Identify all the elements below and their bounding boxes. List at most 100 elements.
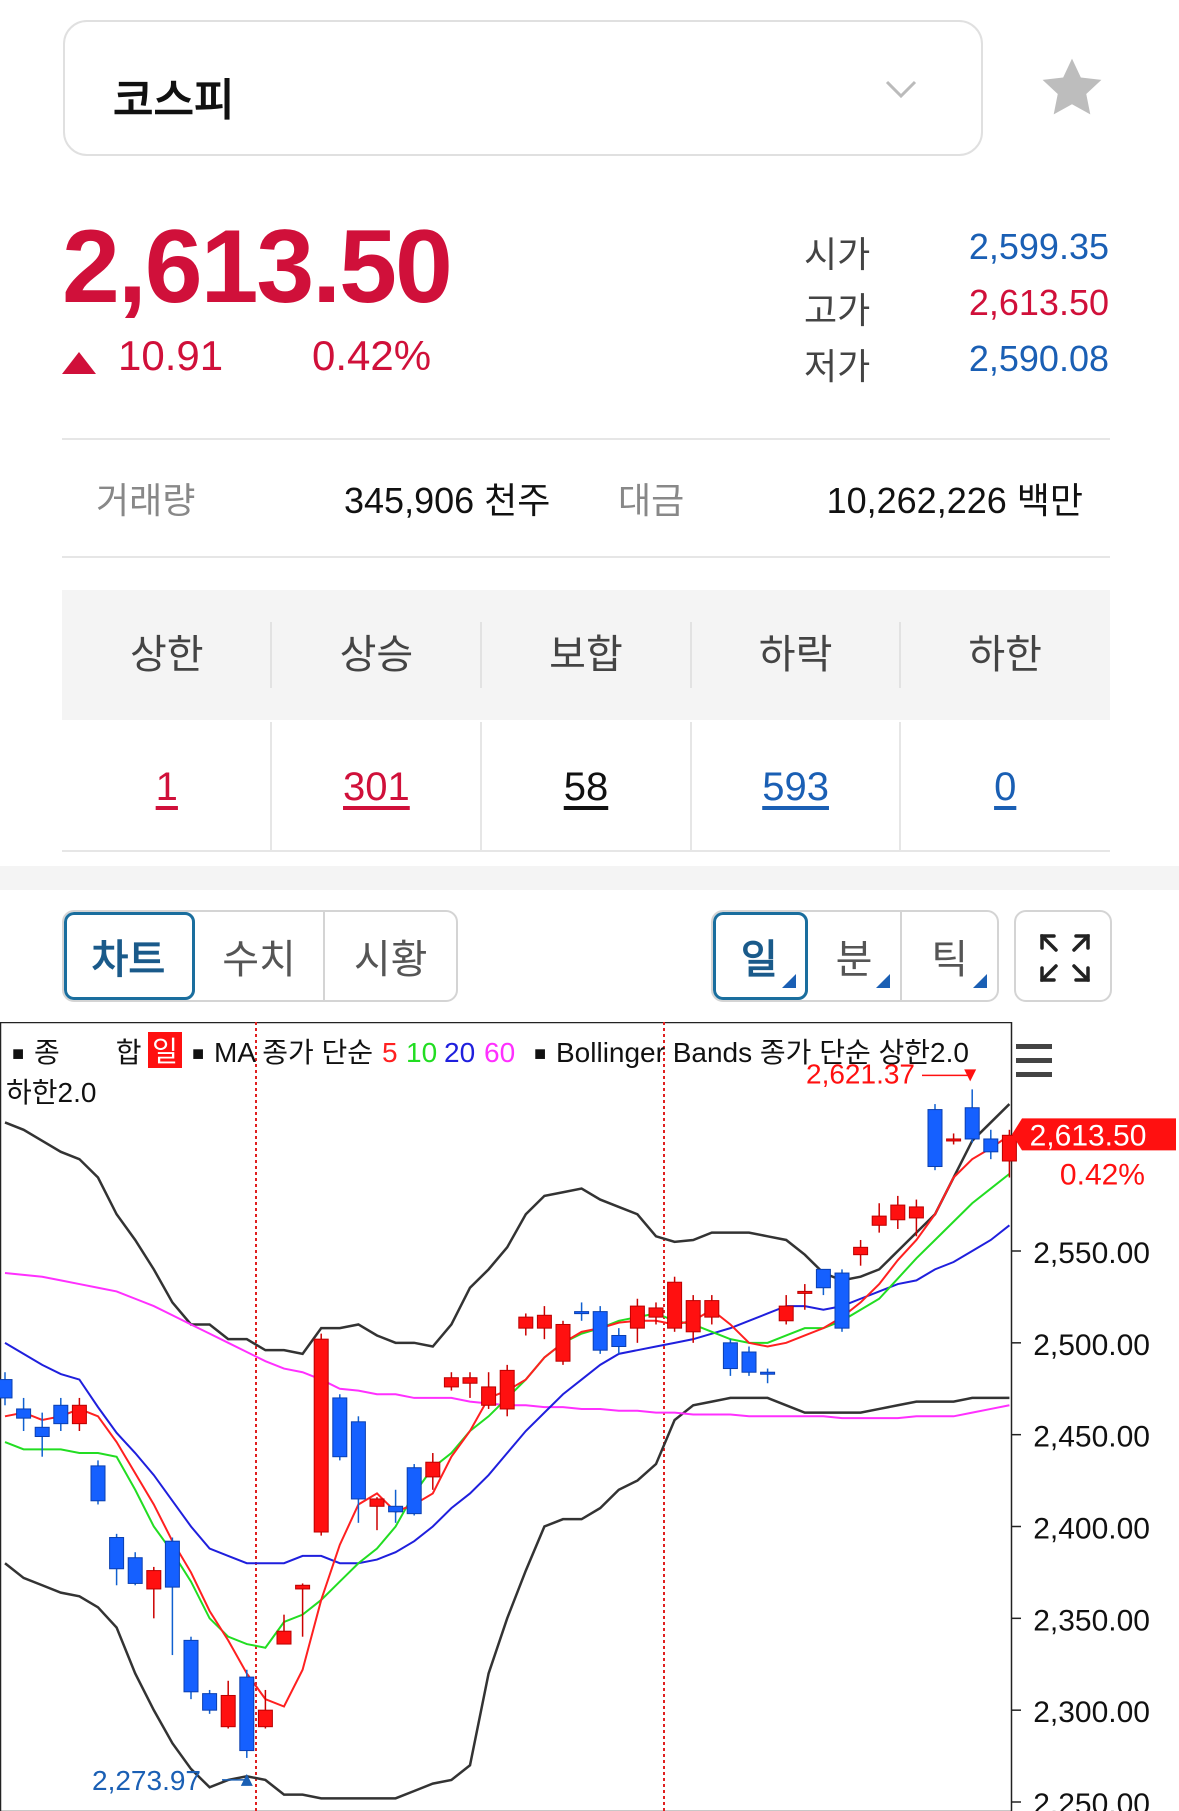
last-pct-label: 0.42% [1060,1158,1145,1191]
last-price-label: 2,613.50 [1030,1119,1147,1152]
breadth-header-up: 상승 [339,633,414,677]
volume-value: 345,906 천주 [344,480,551,521]
candle-body [853,1246,869,1256]
candle-body [481,1386,497,1406]
legend-series-name: 종 합 [34,1037,142,1068]
up-triangle-icon [62,352,96,374]
candle-body [815,1268,831,1289]
chevron-down-icon [885,80,917,99]
breadth-values: 1 301 58 593 0 [62,722,1110,852]
menu-icon-bar [1016,1044,1052,1049]
candle-body [685,1300,701,1333]
chart-frame [0,1022,1013,1811]
candle-body [313,1338,329,1533]
legend-marker: ■ [534,1043,546,1065]
tab-daily[interactable]: 일 [713,912,808,1000]
section-gap [0,866,1179,890]
breadth-flat-link[interactable]: 58 [481,722,691,852]
y-tick-label: 2,450.00 [1033,1421,1150,1454]
candle-body [16,1408,32,1419]
star-icon[interactable] [1036,52,1108,124]
min-price-label: 2,273.97 [92,1765,201,1796]
tab-chart[interactable]: 차트 [64,912,195,1000]
price-change-pct: 0.42% [312,332,432,379]
candle-body [927,1109,943,1168]
divider [62,556,1110,558]
menu-icon-bar [1016,1058,1052,1063]
candle-body [946,1138,962,1142]
tab-minute[interactable]: 분 [808,912,903,1000]
candle-body [704,1300,720,1318]
y-tick-label: 2,250.00 [1033,1788,1150,1811]
candle-body [574,1311,590,1315]
candle-body [1001,1134,1017,1162]
legend-ma-text: MA 종가 단순 [214,1037,373,1068]
breadth-header-down: 하락 [758,633,833,677]
candle-body [462,1377,478,1384]
y-tick-label: 2,500.00 [1033,1329,1150,1362]
breadth-up-link[interactable]: 301 [272,722,482,852]
legend-period-badge: 일 [152,1036,178,1067]
expand-icon [1040,934,1090,982]
candle-body [369,1498,385,1507]
divider [62,438,1110,440]
breadth-limit-down-link[interactable]: 0 [900,722,1110,852]
index-name: 코스피 [113,76,235,125]
candle-body [741,1351,757,1373]
legend-marker: ■ [12,1043,24,1065]
candle-body [388,1505,404,1513]
candle-body [425,1461,441,1478]
breadth-down-link[interactable]: 593 [691,722,901,852]
candle-body [443,1377,459,1388]
index-selector[interactable]: 코스피 [63,20,983,156]
amount-label: 대금 [618,480,685,521]
candle-body [797,1290,813,1294]
candle-body [109,1537,125,1570]
legend-ma-period: 20 [444,1037,475,1068]
breadth-header-limit-down: 하한 [968,633,1042,677]
candle-body [518,1316,534,1329]
breadth-header-flat: 보합 [549,633,623,677]
candle-body [90,1465,106,1502]
candle-body [890,1204,906,1221]
candle-body [127,1557,143,1584]
high-label: 고가 [804,290,871,331]
candle-body [220,1694,236,1728]
tab-tick[interactable]: 틱 [902,912,997,1000]
price-change: 10.91 [118,332,224,379]
fullscreen-button[interactable] [1014,910,1112,1002]
candle-body [0,1379,13,1399]
candle-body [536,1314,552,1329]
y-tick-label: 2,300.00 [1033,1696,1150,1729]
candle-body [834,1272,850,1329]
tab-numbers[interactable]: 수치 [195,912,326,1000]
candle-body [983,1138,999,1153]
candle-body [964,1107,980,1140]
breadth-header-limit-up: 상한 [129,633,204,677]
candlestick-chart[interactable]: 2,550.00 2,500.00 2,450.00 2,400.00 2,350.00… [0,1022,1179,1811]
candle-body [555,1323,571,1362]
max-price-label: 2,621.37 [806,1058,915,1089]
candle-body [332,1397,348,1458]
candle-body [722,1342,738,1370]
breadth-header: 상한 상승 보합 하락 하한 [62,590,1110,720]
legend-marker: ■ [192,1043,204,1065]
low-value: 2,590.08 [968,338,1109,379]
current-price: 2,613.50 [62,209,453,325]
candle-body [183,1639,199,1693]
candle-body [202,1693,218,1711]
y-tick-label: 2,350.00 [1033,1604,1150,1637]
candle-body [146,1570,162,1590]
candle-body [350,1421,366,1500]
candle-body [257,1709,273,1728]
candle-body [295,1584,311,1590]
breadth-limit-up-link[interactable]: 1 [62,722,272,852]
legend-ma-period: 5 [382,1037,398,1068]
tab-market[interactable]: 시황 [325,912,456,1000]
menu-icon-bar [1016,1072,1052,1077]
candle-body [667,1281,683,1329]
candle-body [34,1426,50,1438]
candle-body [760,1371,776,1375]
open-value: 2,599.35 [968,226,1109,267]
candle-body [406,1467,422,1515]
